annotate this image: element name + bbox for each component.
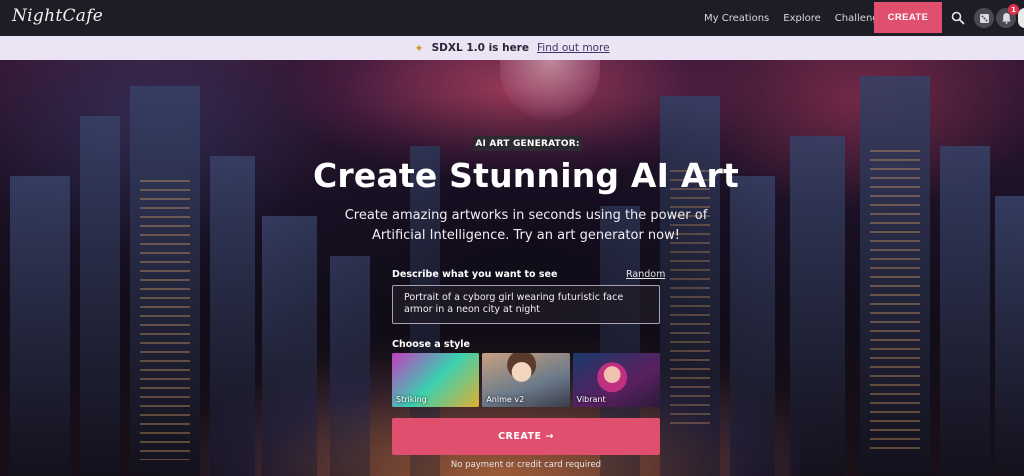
sparkle-icon: ✦ [414,41,424,55]
style-name: Anime v2 [486,395,525,404]
arrow-right-icon: → [545,431,554,442]
hero-subtitle: Create amazing artworks in seconds using… [344,208,708,243]
search-icon[interactable] [948,8,968,28]
random-prompt-link[interactable]: Random [626,269,665,280]
nav-links: My Creations Explore Challenges [704,0,890,36]
style-option-anime-v2[interactable]: Anime v2 [482,353,570,407]
announcement-bar: ✦ SDXL 1.0 is here Find out more [0,36,1024,60]
avatar[interactable] [1018,8,1024,28]
style-name: Striking [396,395,427,404]
find-out-more-link[interactable]: Find out more [537,42,610,54]
style-name: Vibrant [576,395,606,404]
announcement-text: SDXL 1.0 is here [431,42,529,54]
dice-icon[interactable] [974,8,994,28]
style-option-vibrant[interactable]: Vibrant [572,353,660,407]
create-button-label: CREATE [498,431,542,442]
style-picker: Striking Anime v2 Vibrant [392,353,660,407]
no-payment-note: No payment or credit card required [450,460,602,470]
notification-bell-icon[interactable]: 1 [996,4,1019,28]
hero-title: Create Stunning AI Art [312,156,740,195]
describe-label: Describe what you want to see [392,269,558,280]
style-option-striking[interactable]: Striking [392,353,480,407]
prompt-input[interactable]: Portrait of a cyborg girl wearing futuri… [392,285,660,324]
ai-art-generator-tag: AI ART GENERATOR: [473,136,582,151]
nav-explore[interactable]: Explore [783,13,821,24]
choose-style-label: Choose a style [392,339,470,350]
nav-create-button[interactable]: CREATE [874,2,942,33]
nightcafe-logo[interactable]: NightCafe [12,6,103,26]
top-nav: NightCafe My Creations Explore Challenge… [0,0,1024,36]
create-button[interactable]: CREATE → [392,418,660,455]
hero-background [0,60,1024,476]
nav-my-creations[interactable]: My Creations [704,13,769,24]
